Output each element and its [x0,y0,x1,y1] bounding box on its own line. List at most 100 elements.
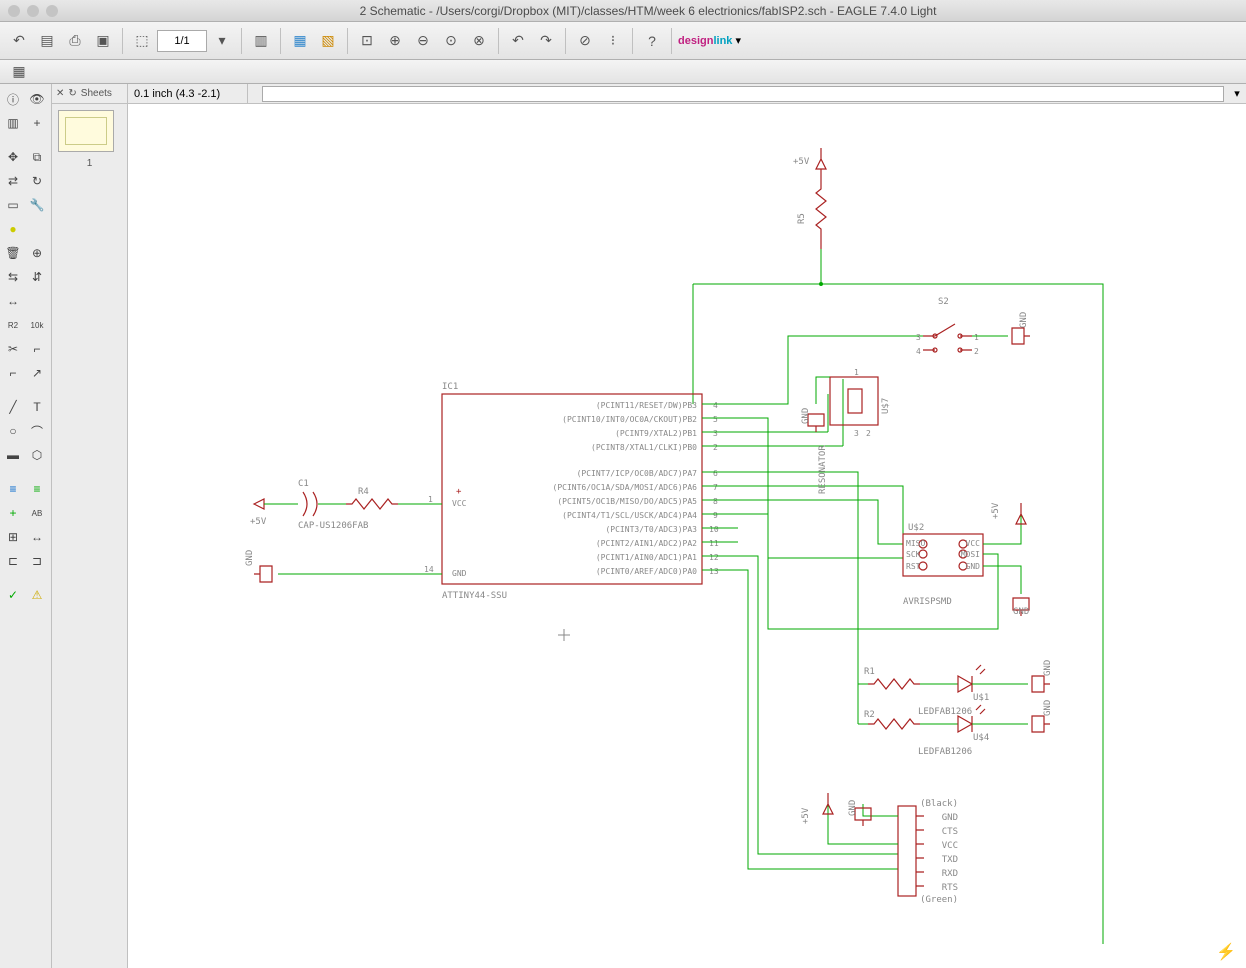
sheet-thumbnail[interactable] [58,110,114,152]
lib-icon[interactable]: ▧ [315,28,341,54]
svg-text:(PCINT7/ICP/OC0B/ADC7)PA7: (PCINT7/ICP/OC0B/ADC7)PA7 [577,469,698,478]
move-tool[interactable]: ✥ [2,146,24,168]
svg-text:12: 12 [709,553,719,562]
minimize-icon[interactable] [27,5,39,17]
svg-text:7: 7 [713,483,718,492]
zoom-out-icon[interactable]: ⊖ [410,28,436,54]
name-tool[interactable]: R2 [2,314,24,336]
zoom-redraw-icon[interactable]: ⊙ [438,28,464,54]
smash-tool[interactable]: ✂ [2,338,24,360]
delete-tool[interactable]: 🗑 [2,242,24,264]
board-icon[interactable]: ⬚ [129,28,155,54]
zoom-level[interactable]: 1/1 [157,30,207,52]
display-tool[interactable]: ▥ [2,112,24,134]
gateswap-tool[interactable]: ⇵ [26,266,48,288]
maximize-icon[interactable] [46,5,58,17]
net-tool[interactable]: ≡ [26,478,48,500]
bus-tool[interactable]: ≡ [2,478,24,500]
change-tool[interactable]: 🔧 [26,194,48,216]
paste-tool[interactable]: ● [2,218,24,240]
cam-icon[interactable]: ▣ [90,28,116,54]
mark-tool[interactable]: + [26,112,48,134]
open-icon[interactable]: ↶ [6,28,32,54]
svg-text:S2: S2 [938,297,949,307]
rect-tool[interactable]: ▬ [2,444,24,466]
grid-icon[interactable]: ▦ [6,59,32,85]
designlink-icon[interactable]: designlink ▾ [678,34,741,47]
svg-text:+5V: +5V [801,807,811,824]
svg-text:GND: GND [1019,312,1029,328]
status-bolt-icon: ⚡ [1216,942,1236,962]
svg-text:(PCINT5/OC1B/MISO/DO/ADC5)PA5: (PCINT5/OC1B/MISO/DO/ADC5)PA5 [557,497,697,506]
text-tool[interactable]: T [26,396,48,418]
context-toolbar: ▦ [0,60,1246,84]
invoke-tool[interactable]: ↗ [26,362,48,384]
svg-text:CTS: CTS [942,827,958,837]
frame-tool[interactable]: ⊏ [2,550,24,572]
power-5v-top: +5V [793,148,826,169]
led-row-2: R2 U$4 LEDFAB1206 GND [858,684,1053,757]
undo-icon[interactable]: ↶ [505,28,531,54]
add-tool[interactable]: ⊕ [26,242,48,264]
svg-text:2: 2 [974,347,979,356]
svg-text:2: 2 [866,429,871,438]
schematic-drawing: +5V R5 IC1 ATTINY44-SSU + VCC [128,104,1246,950]
history-dropdown-icon[interactable]: ▾ [1228,87,1246,100]
redo-icon[interactable]: ↷ [533,28,559,54]
svg-text:+: + [456,487,462,497]
attribute-tool[interactable]: ⊞ [2,526,24,548]
help-icon[interactable]: ? [639,28,665,54]
close-icon[interactable] [8,5,20,17]
print-icon[interactable]: ⎙ [62,28,88,54]
erc-tool[interactable]: ✓ [2,584,24,606]
svg-text:1: 1 [974,333,979,342]
dropdown-icon[interactable]: ▾ [209,28,235,54]
zoom-select-icon[interactable]: ⊗ [466,28,492,54]
svg-text:GND: GND [966,562,981,571]
wire-tool[interactable]: ╱ [2,396,24,418]
mirror-tool[interactable]: ⇄ [2,170,24,192]
zoom-in-icon[interactable]: ⊕ [382,28,408,54]
reload-sheet-icon[interactable]: ↻ [68,88,76,99]
pinswap-tool[interactable]: ⇆ [2,266,24,288]
svg-text:AVRISPSMD: AVRISPSMD [903,597,952,607]
svg-text:GND: GND [452,569,467,578]
label-tool[interactable]: AB [26,502,48,524]
command-input[interactable] [262,86,1224,102]
polygon-tool[interactable]: ⬡ [26,444,48,466]
split-tool[interactable]: ⌐ [2,362,24,384]
replace-tool[interactable]: ↔ [2,290,24,312]
svg-text:3: 3 [854,429,859,438]
svg-text:9: 9 [713,511,718,520]
close-sheet-icon[interactable]: ✕ [56,88,64,99]
go-icon[interactable]: ⁝ [600,28,626,54]
show-tool[interactable]: 👁 [26,88,48,110]
miter-tool[interactable]: ⌐ [26,338,48,360]
svg-text:4: 4 [713,401,718,410]
cancel-icon[interactable]: ⊘ [572,28,598,54]
zoom-fit-icon[interactable]: ⊡ [354,28,380,54]
port-tool[interactable]: ⊐ [26,550,48,572]
errors-tool[interactable]: ⚠ [26,584,48,606]
svg-text:TXD: TXD [942,855,958,865]
avrisp: U$2 AVRISPSMD MISO VCC SCK MOSI RST GND … [768,502,1029,629]
sch-icon[interactable]: ▦ [287,28,313,54]
junction-tool[interactable]: + [2,502,24,524]
svg-text:MISO: MISO [906,539,925,548]
svg-text:IC1: IC1 [442,382,458,392]
rotate-tool[interactable]: ↻ [26,170,48,192]
dimension-tool[interactable]: ↔ [26,526,48,548]
info-tool[interactable]: ⓘ [2,88,24,110]
arc-tool[interactable]: ⌒ [26,420,48,442]
save-icon[interactable]: ▤ [34,28,60,54]
svg-text:(PCINT1/AIN0/ADC1)PA1: (PCINT1/AIN0/ADC1)PA1 [596,553,697,562]
schematic-canvas[interactable]: +5V R5 IC1 ATTINY44-SSU + VCC [128,104,1246,968]
group-tool[interactable]: ▭ [2,194,24,216]
resonator: RESONATOR U$7 1 2 3 GND [801,368,891,494]
value-tool[interactable]: 10k [26,314,48,336]
circle-tool[interactable]: ○ [2,420,24,442]
layers-icon[interactable]: ▥ [248,28,274,54]
svg-text:10: 10 [709,525,719,534]
ftdi-header: (Black) GND CTS VCC TXD RXD RTS (Green) … [801,793,958,905]
copy-tool[interactable]: ⧉ [26,146,48,168]
